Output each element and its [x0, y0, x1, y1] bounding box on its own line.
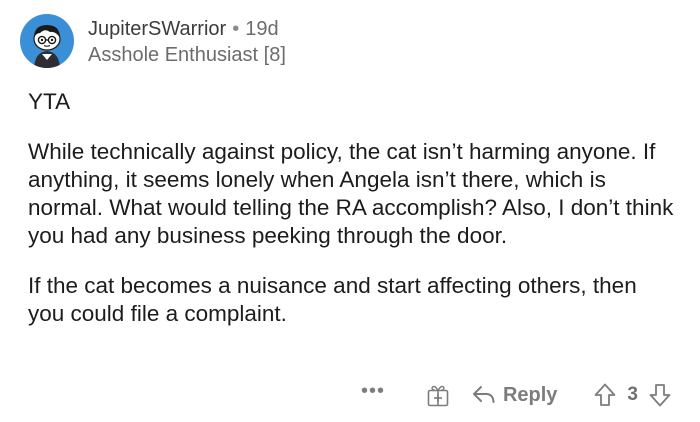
more-options-button[interactable]: ••• [361, 381, 385, 401]
username-link[interactable]: JupiterSWarrior [88, 18, 226, 40]
user-avatar[interactable] [20, 14, 74, 68]
comment-actions: ••• Reply 3 [361, 378, 672, 412]
reply-label: Reply [502, 383, 558, 406]
comment-paragraph: While technically against policy, the ca… [28, 139, 674, 248]
reply-button[interactable]: Reply [471, 384, 557, 407]
vote-score: 3 [627, 384, 638, 405]
upvote-button[interactable] [593, 382, 617, 408]
meta-separator: • [232, 18, 240, 40]
comment-header: JupiterSWarrior • 19d Asshole Enthusiast [… [20, 14, 286, 74]
award-button[interactable] [425, 382, 451, 408]
user-flair: Asshole Enthusiast [8] [88, 44, 286, 66]
comment: JupiterSWarrior • 19d Asshole Enthusiast [… [0, 0, 700, 422]
award-gift-icon [427, 385, 449, 407]
comment-paragraph: If the cat becomes a nuisance and start … [28, 273, 637, 326]
snoo-avatar-icon [33, 25, 61, 68]
downvote-arrow-icon [649, 384, 671, 407]
downvote-button[interactable] [648, 382, 672, 408]
comment-paragraph: YTA [28, 89, 71, 114]
comment-age: 19d [245, 18, 279, 40]
reply-arrow-icon [472, 386, 495, 403]
meta-line: JupiterSWarrior • 19d [88, 16, 286, 42]
comment-meta: JupiterSWarrior • 19d Asshole Enthusiast [… [88, 16, 286, 68]
comment-body: YTA While technically against policy, th… [28, 88, 678, 328]
upvote-arrow-icon [595, 383, 616, 406]
